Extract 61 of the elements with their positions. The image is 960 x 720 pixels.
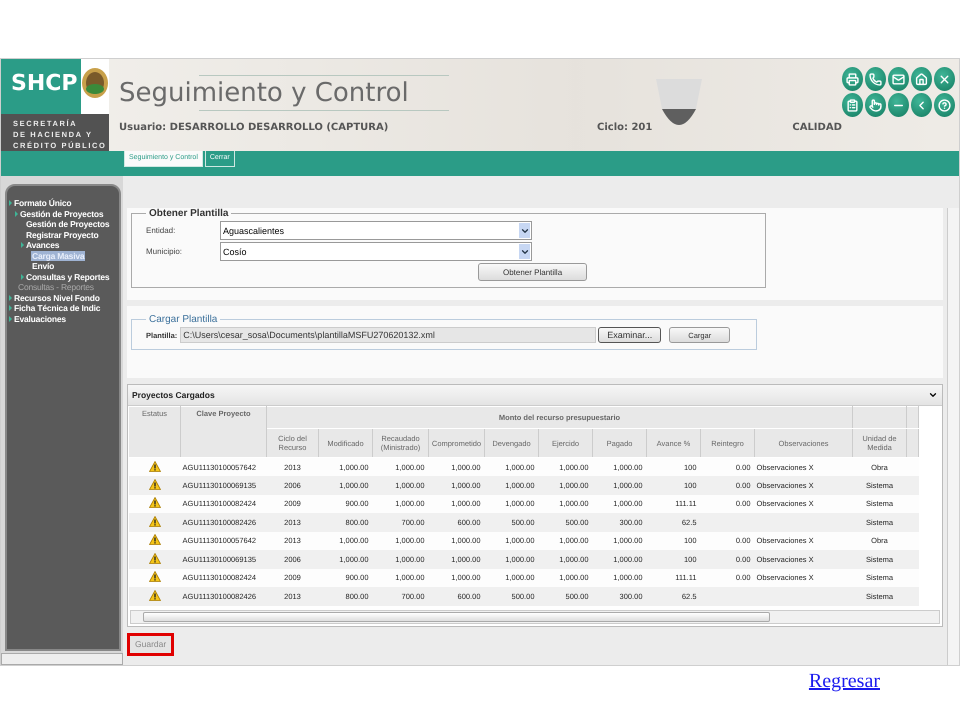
dropdown-field[interactable]: Aguascalientes [220,221,532,240]
phone-icon [868,72,882,86]
browse-button[interactable]: Examinar... [598,327,662,343]
menu-item[interactable]: Evaluaciones [13,314,67,324]
home-button[interactable] [910,67,932,91]
logo-text: SHCP [1,59,81,114]
crest-icon [81,67,109,99]
panel-title: Proyectos Cargados [132,390,215,400]
warning-icon [148,478,160,490]
pointer-button[interactable] [864,93,886,117]
back-link[interactable]: Regresar [808,670,880,693]
cycle-label: Ciclo: 201 [597,122,652,132]
app-title: Seguimiento y Control [119,77,409,110]
menu-item[interactable]: Registrar Proyecto [25,230,100,240]
menu-item[interactable]: Gestión de Proyectos [25,219,110,230]
dropdown-field[interactable]: Cosío [220,242,532,261]
user-label: Usuario: DESARROLLO DESARROLLO (CAPTURA) [119,122,390,132]
menu-item[interactable]: Recursos Nivel Fondo [13,292,101,303]
menu-item[interactable]: Formato Único [13,198,72,208]
mail-button[interactable] [888,67,909,91]
phone-button[interactable] [864,67,886,91]
menu-item[interactable]: Ficha Técnica de Indic [13,303,102,314]
close-icon [938,72,951,86]
minimize-button[interactable] [888,93,909,117]
section-title: Cargar Plantilla [148,314,218,325]
caret-icon [21,242,24,248]
file-path-field[interactable]: C:\Users\cesar_sosa\Documents\plantillaMSFU270620132.xml [180,327,596,343]
obtain-template-button[interactable]: Obtener Plantilla [478,263,588,281]
clipboard-button[interactable] [842,93,863,117]
menu-item[interactable]: Avances [25,240,60,250]
help-button[interactable] [934,93,955,117]
warning-icon [148,571,160,582]
chevron-down-icon [519,223,530,238]
section-title: Obtener Plantilla [148,208,230,219]
print-button[interactable] [842,67,863,91]
warning-icon [148,460,160,472]
field-label: Entidad: [146,226,176,235]
field-label: Municipio: [146,247,184,256]
menu-item[interactable]: Gestión de Proyectos [19,208,104,219]
warning-icon [148,534,160,546]
back-button[interactable] [910,93,932,117]
close-button[interactable] [934,67,955,91]
printer-icon [846,72,859,86]
help-icon [938,98,951,112]
collapse-icon[interactable] [928,390,938,400]
warning-icon [148,552,160,564]
horizontal-scrollbar[interactable] [130,610,940,624]
vertical-scrollbar[interactable] [947,208,959,665]
environment-label: CALIDAD [792,122,842,132]
caret-icon [21,274,24,280]
home-icon [914,72,928,86]
warning-icon [148,590,160,601]
warning-icon [148,497,160,508]
pointer-icon [868,98,882,112]
menu-item[interactable]: Envío [31,261,56,272]
horizontal-scrollbar[interactable] [1,653,123,665]
menu-item[interactable]: Consultas y Reportes [25,272,110,282]
clipboard-icon [846,98,859,112]
mail-icon [892,72,905,86]
warning-icon [148,516,160,527]
chevron-down-icon [519,244,530,259]
